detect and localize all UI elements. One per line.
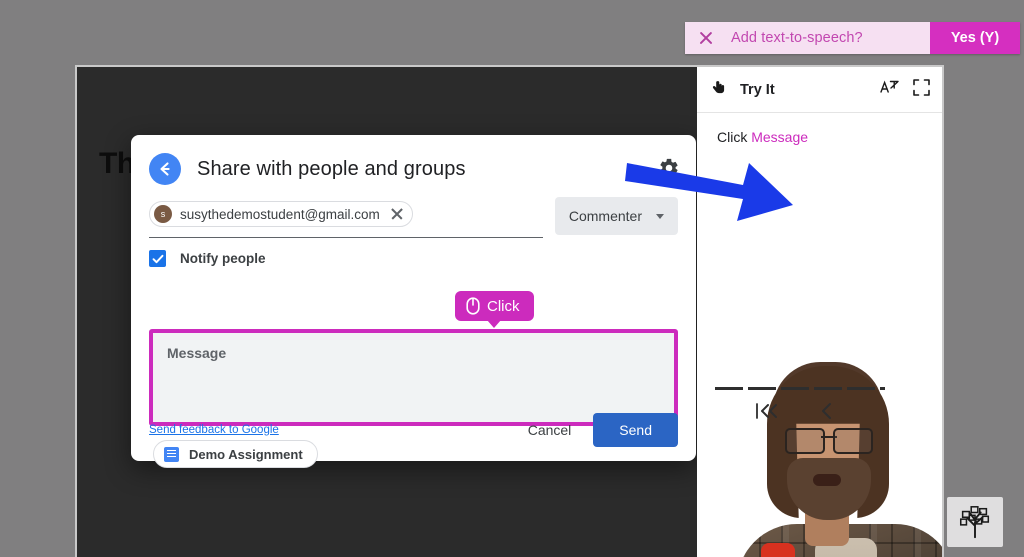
- click-tooltip-label: Click: [487, 297, 520, 315]
- recipient-email: susythedemostudent@gmail.com: [180, 206, 380, 222]
- lens-left: [785, 428, 825, 454]
- progress-track[interactable]: [715, 387, 885, 390]
- close-icon[interactable]: [697, 29, 715, 47]
- send-button[interactable]: Send: [593, 413, 678, 447]
- document-icon: [164, 446, 179, 462]
- prompt-message-area: Add text-to-speech?: [685, 22, 930, 54]
- text-to-speech-prompt-bar: Add text-to-speech? Yes (Y): [685, 22, 1020, 54]
- content-frame: Thi Share with people and groups s susyt…: [75, 65, 944, 557]
- blue-arrow-icon: [625, 155, 795, 223]
- previous-icon[interactable]: [819, 401, 835, 426]
- share-dialog: Share with people and groups s susythede…: [131, 135, 696, 468]
- notify-checkbox[interactable]: [149, 250, 166, 267]
- presenter-mouth: [813, 474, 841, 486]
- close-icon[interactable]: [390, 207, 404, 221]
- notify-label: Notify people: [180, 251, 266, 266]
- message-textarea[interactable]: Message: [149, 329, 678, 426]
- cancel-button[interactable]: Cancel: [514, 414, 586, 446]
- mouse-click-icon: [466, 297, 480, 315]
- fullscreen-icon[interactable]: [913, 78, 930, 101]
- instruction-target: Message: [751, 129, 809, 145]
- skip-to-start-icon[interactable]: [755, 401, 781, 426]
- instruction-prefix: Click: [717, 129, 752, 145]
- dialog-footer: Send feedback to Google Cancel Send: [131, 413, 696, 447]
- dialog-header: Share with people and groups: [131, 135, 696, 189]
- checkmark-icon: [152, 254, 163, 263]
- send-feedback-link[interactable]: Send feedback to Google: [149, 424, 279, 436]
- message-placeholder: Message: [167, 345, 227, 361]
- try-it-title: Try It: [740, 81, 775, 98]
- notify-people-row: Notify people: [131, 238, 696, 275]
- try-it-panel: Try It Click Message: [697, 67, 942, 557]
- try-it-header: Try It: [697, 67, 942, 113]
- tree-logo-icon: [947, 497, 1003, 547]
- transport-controls: [755, 401, 835, 426]
- presenter-glasses: [785, 428, 873, 454]
- recipient-chip[interactable]: s susythedemostudent@gmail.com: [149, 201, 413, 227]
- avatar: s: [154, 205, 172, 223]
- instruction-text: Click Message: [697, 113, 942, 145]
- red-accent: [761, 543, 795, 557]
- click-tooltip: Click: [455, 291, 534, 328]
- prompt-question: Add text-to-speech?: [731, 30, 863, 46]
- attachment-label: Demo Assignment: [189, 446, 303, 462]
- page-title: Share with people and groups: [197, 157, 466, 180]
- recipient-input-field[interactable]: s susythedemostudent@gmail.com: [149, 197, 543, 238]
- confirm-yes-button[interactable]: Yes (Y): [930, 22, 1020, 54]
- lens-right: [833, 428, 873, 454]
- back-arrow-icon[interactable]: [149, 153, 181, 185]
- screen-root: Add text-to-speech? Yes (Y) Thi Share wi…: [0, 0, 1024, 557]
- recipient-row: s susythedemostudent@gmail.com Commenter: [131, 189, 696, 238]
- translate-icon[interactable]: [880, 79, 899, 101]
- pointing-hand-icon: [711, 80, 726, 100]
